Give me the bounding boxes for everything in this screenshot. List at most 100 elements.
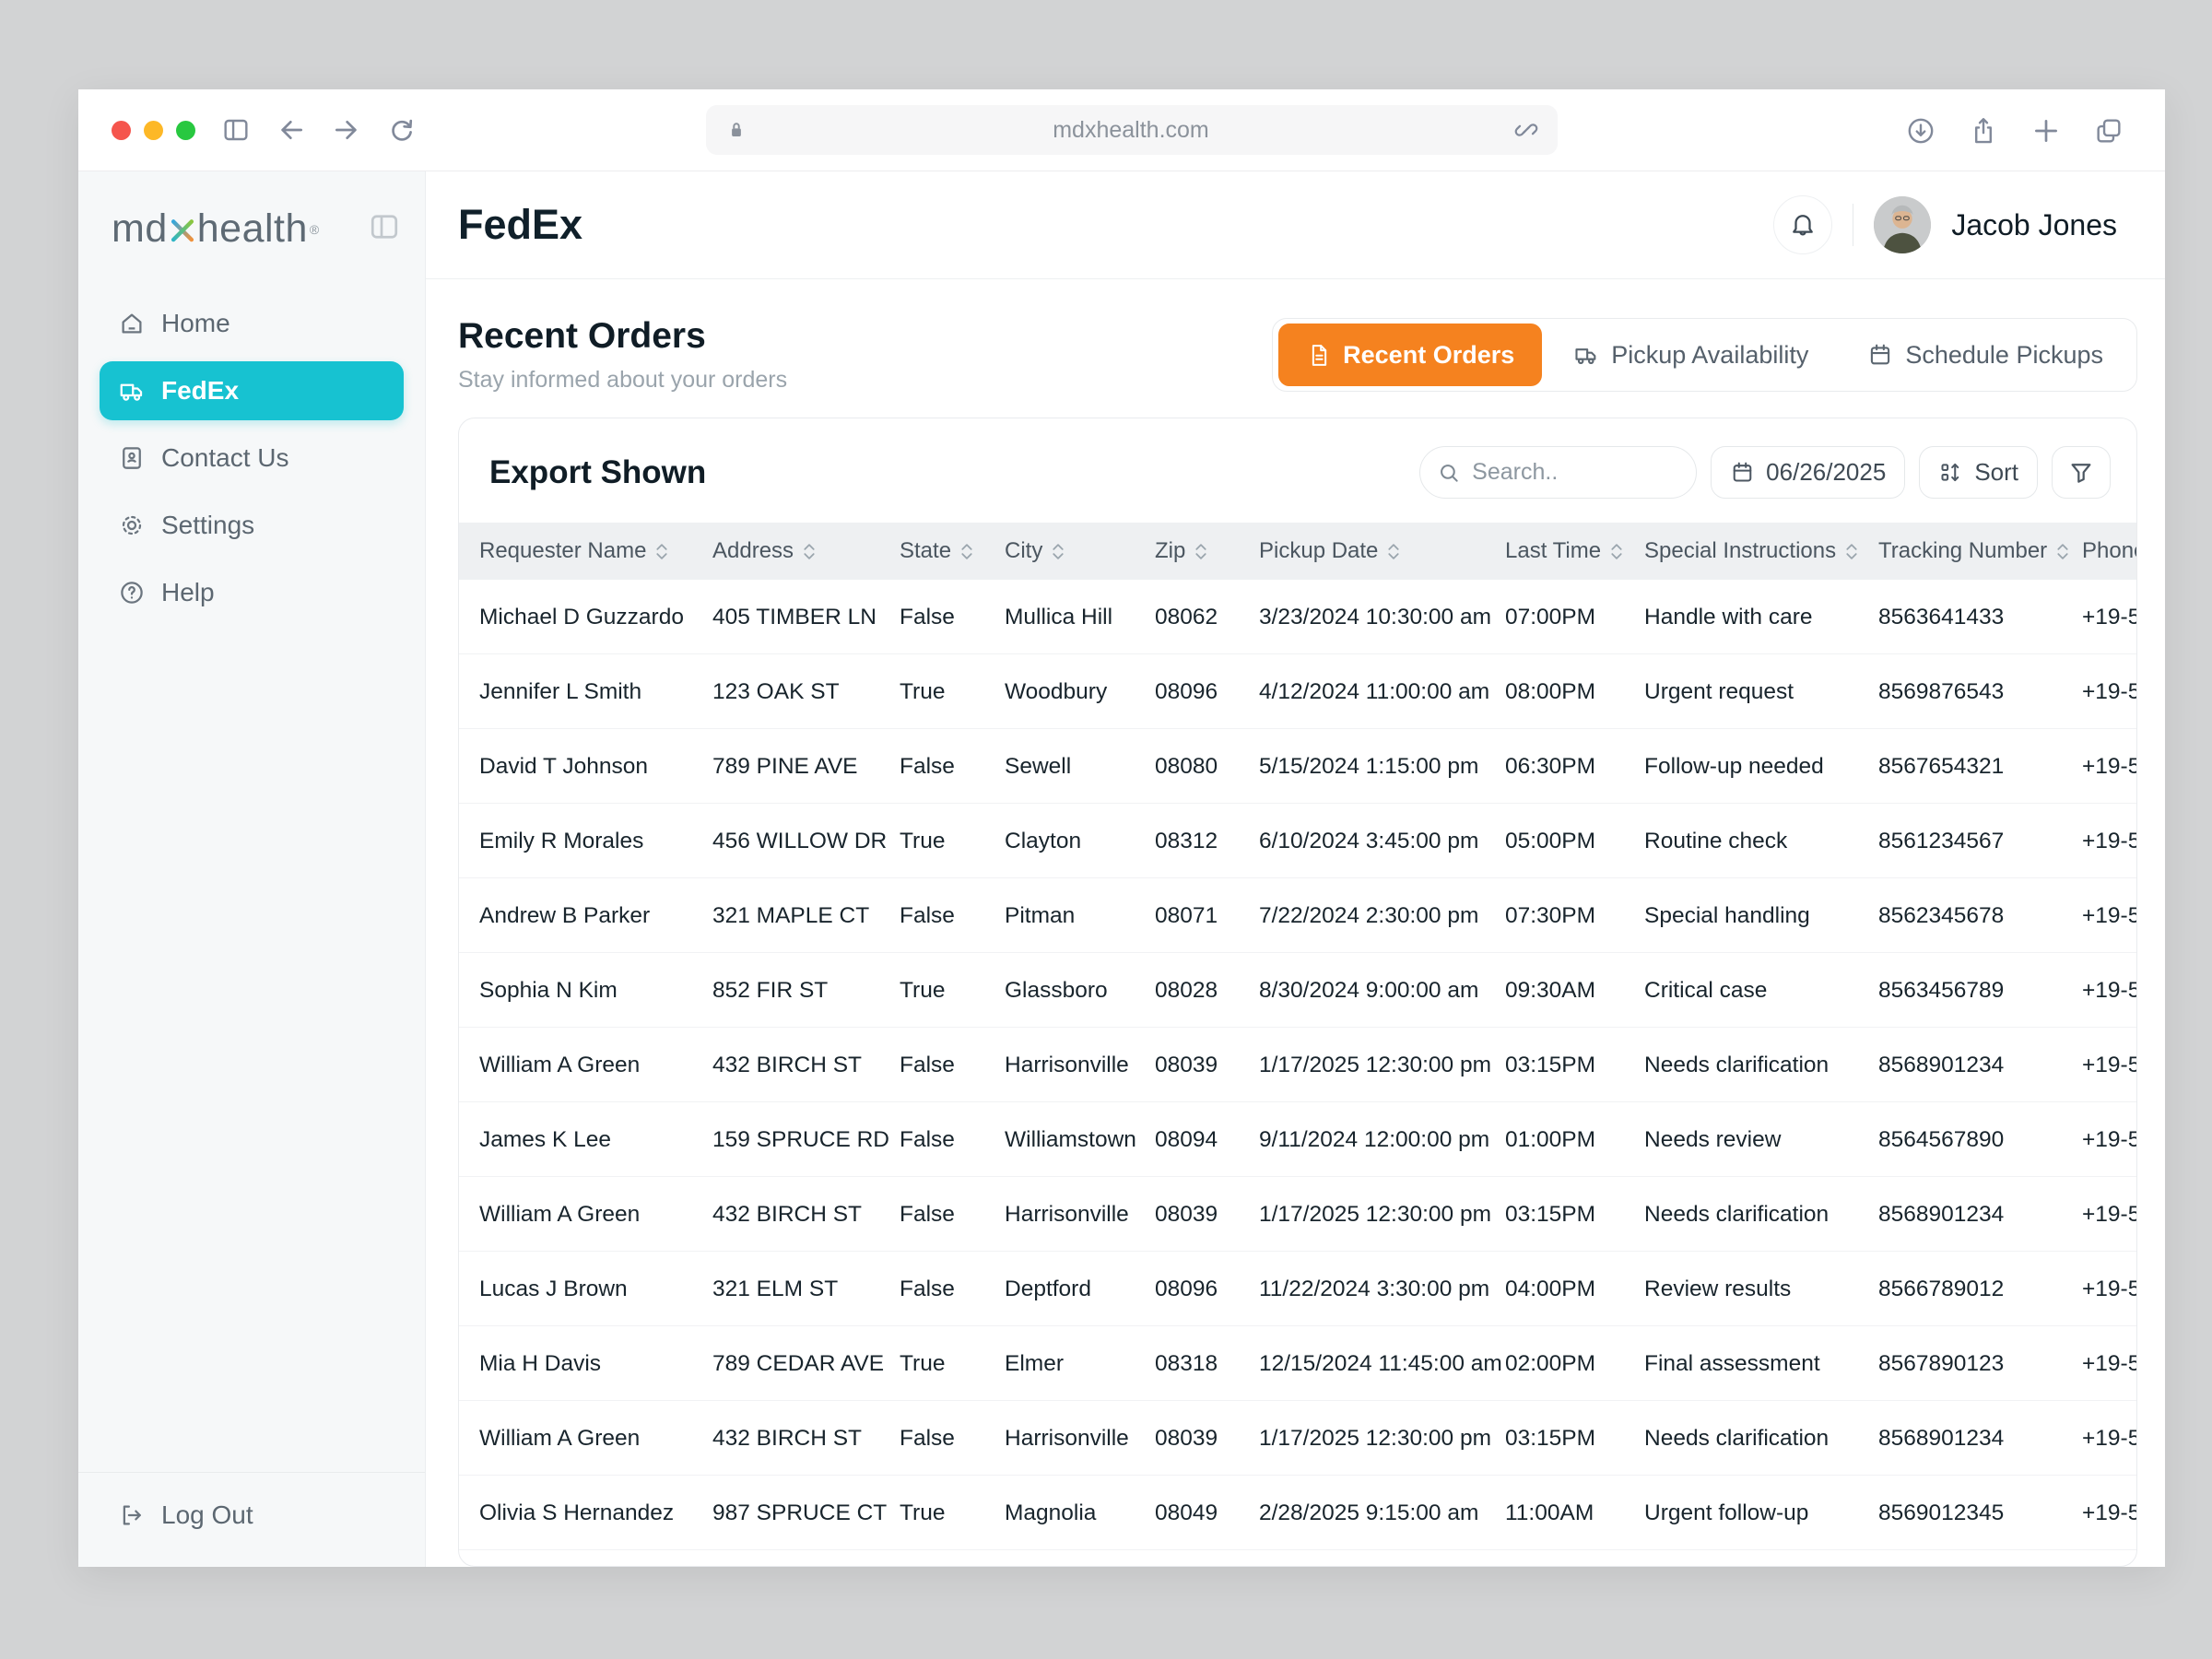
filter-button[interactable]	[2052, 446, 2111, 499]
column-header[interactable]: Last Time	[1505, 538, 1644, 564]
cell-state: True	[900, 829, 1005, 854]
sidebar-item-label: Contact Us	[161, 443, 289, 473]
downloads-icon[interactable]	[1905, 115, 1936, 147]
cell-instructions: Needs review	[1644, 1127, 1878, 1153]
sidebar-item-contact-us[interactable]: Contact Us	[100, 429, 404, 488]
cell-state: False	[900, 1426, 1005, 1452]
column-sort-icon[interactable]	[1194, 542, 1207, 561]
cell-tracking: 8566789012	[1878, 1277, 2082, 1302]
table-row: Olivia S Hernandez987 SPRUCE CTTrueMagno…	[459, 1476, 2136, 1550]
column-header[interactable]: Requester Name	[479, 538, 712, 564]
cell-last_time: 08:00PM	[1505, 679, 1644, 705]
cell-tracking: 8563641433	[1878, 605, 2082, 630]
column-sort-icon[interactable]	[1052, 542, 1065, 561]
cell-last_time: 03:15PM	[1505, 1053, 1644, 1078]
column-header[interactable]: Pickup Date	[1259, 538, 1505, 564]
cell-zip: 08096	[1155, 1277, 1259, 1302]
cell-state: True	[900, 679, 1005, 705]
sidebar-item-home[interactable]: Home	[100, 294, 404, 353]
column-label: Requester Name	[479, 538, 646, 564]
cell-city: Clayton	[1005, 829, 1155, 854]
cell-phone: +19-555	[2082, 1351, 2136, 1377]
cell-zip: 08318	[1155, 1351, 1259, 1377]
sidebar-item-help[interactable]: Help	[100, 563, 404, 622]
cell-instructions: Urgent follow-up	[1644, 1500, 1878, 1526]
cell-pickup_date: 11/22/2024 3:30:00 pm	[1259, 1277, 1505, 1302]
column-header[interactable]: City	[1005, 538, 1155, 564]
search-input[interactable]	[1472, 459, 1679, 486]
tab-overview-icon[interactable]	[2093, 115, 2124, 147]
sidebar: mdhealth® Home	[78, 171, 426, 1567]
cell-last_time: 09:30AM	[1505, 978, 1644, 1004]
column-sort-icon[interactable]	[803, 542, 816, 561]
sidebar-item-label: Help	[161, 578, 215, 607]
cell-zip: 08039	[1155, 1426, 1259, 1452]
tab-schedule-pickups[interactable]: Schedule Pickups	[1840, 324, 2131, 386]
avatar[interactable]	[1874, 196, 1931, 253]
cell-address: 405 TIMBER LN	[712, 605, 900, 630]
column-sort-icon[interactable]	[960, 542, 973, 561]
cell-instructions: Follow-up needed	[1644, 754, 1878, 780]
page-title: FedEx	[458, 201, 582, 249]
cell-city: Sewell	[1005, 754, 1155, 780]
notifications-button[interactable]	[1773, 195, 1832, 254]
cell-instructions: Special handling	[1644, 903, 1878, 929]
logout-button[interactable]: Log Out	[78, 1472, 425, 1567]
cell-state: False	[900, 1277, 1005, 1302]
close-button[interactable]	[112, 121, 131, 140]
url-bar[interactable]: mdxhealth.com	[706, 105, 1558, 155]
sort-button[interactable]: Sort	[1919, 446, 2038, 499]
cell-requester: James K Lee	[479, 1127, 712, 1153]
column-sort-icon[interactable]	[655, 542, 668, 561]
help-icon	[118, 579, 146, 606]
cell-tracking: 8569012345	[1878, 1500, 2082, 1526]
cell-address: 321 MAPLE CT	[712, 903, 900, 929]
collapse-sidebar-icon[interactable]	[368, 210, 401, 248]
column-label: Pickup Date	[1259, 538, 1378, 564]
cell-pickup_date: 2/28/2025 9:15:00 am	[1259, 1500, 1505, 1526]
back-icon[interactable]	[276, 115, 306, 145]
sidebar-item-label: FedEx	[161, 376, 239, 406]
column-sort-icon[interactable]	[1387, 542, 1400, 561]
column-header[interactable]: Tracking Number	[1878, 538, 2082, 564]
cell-state: False	[900, 1127, 1005, 1153]
sidebar-item-label: Settings	[161, 511, 254, 540]
tab-recent-orders[interactable]: Recent Orders	[1278, 324, 1542, 386]
cell-tracking: 8564567890	[1878, 1127, 2082, 1153]
column-sort-icon[interactable]	[2056, 542, 2069, 561]
column-header[interactable]: Special Instructions	[1644, 538, 1878, 564]
table-row: Emily R Morales456 WILLOW DRTrueClayton0…	[459, 804, 2136, 878]
column-header[interactable]: Address	[712, 538, 900, 564]
cell-city: Williamstown	[1005, 1127, 1155, 1153]
column-header[interactable]: Phone	[2082, 538, 2137, 564]
logo-x-mark	[169, 215, 196, 244]
cell-requester: William A Green	[479, 1202, 712, 1228]
zoom-button[interactable]	[176, 121, 195, 140]
new-tab-icon[interactable]	[2030, 115, 2062, 147]
link-icon[interactable]	[1513, 117, 1539, 143]
table-row: Andrew B Parker321 MAPLE CTFalsePitman08…	[459, 878, 2136, 953]
sidebar-toggle-icon[interactable]	[221, 115, 251, 145]
cell-last_time: 05:00PM	[1505, 829, 1644, 854]
table-controls: 06/26/2025 Sort	[1419, 446, 2111, 499]
sidebar-item-fedex[interactable]: FedEx	[100, 361, 404, 420]
column-header[interactable]: Zip	[1155, 538, 1259, 564]
date-picker-button[interactable]: 06/26/2025	[1711, 446, 1905, 499]
cell-instructions: Needs clarification	[1644, 1202, 1878, 1228]
reload-icon[interactable]	[387, 115, 417, 145]
cell-state: False	[900, 903, 1005, 929]
tab-pickup-availability[interactable]: Pickup Availability	[1546, 324, 1836, 386]
forward-icon[interactable]	[332, 115, 361, 145]
column-sort-icon[interactable]	[1845, 542, 1858, 561]
cell-tracking: 8562345678	[1878, 903, 2082, 929]
share-icon[interactable]	[1968, 115, 1999, 147]
cell-last_time: 07:30PM	[1505, 903, 1644, 929]
cell-state: False	[900, 1053, 1005, 1078]
column-header[interactable]: State	[900, 538, 1005, 564]
cell-address: 432 BIRCH ST	[712, 1426, 900, 1452]
sidebar-item-settings[interactable]: Settings	[100, 496, 404, 555]
minimize-button[interactable]	[144, 121, 163, 140]
browser-window: mdxhealth.com	[78, 89, 2165, 1567]
cell-city: Deptford	[1005, 1277, 1155, 1302]
column-sort-icon[interactable]	[1610, 542, 1623, 561]
